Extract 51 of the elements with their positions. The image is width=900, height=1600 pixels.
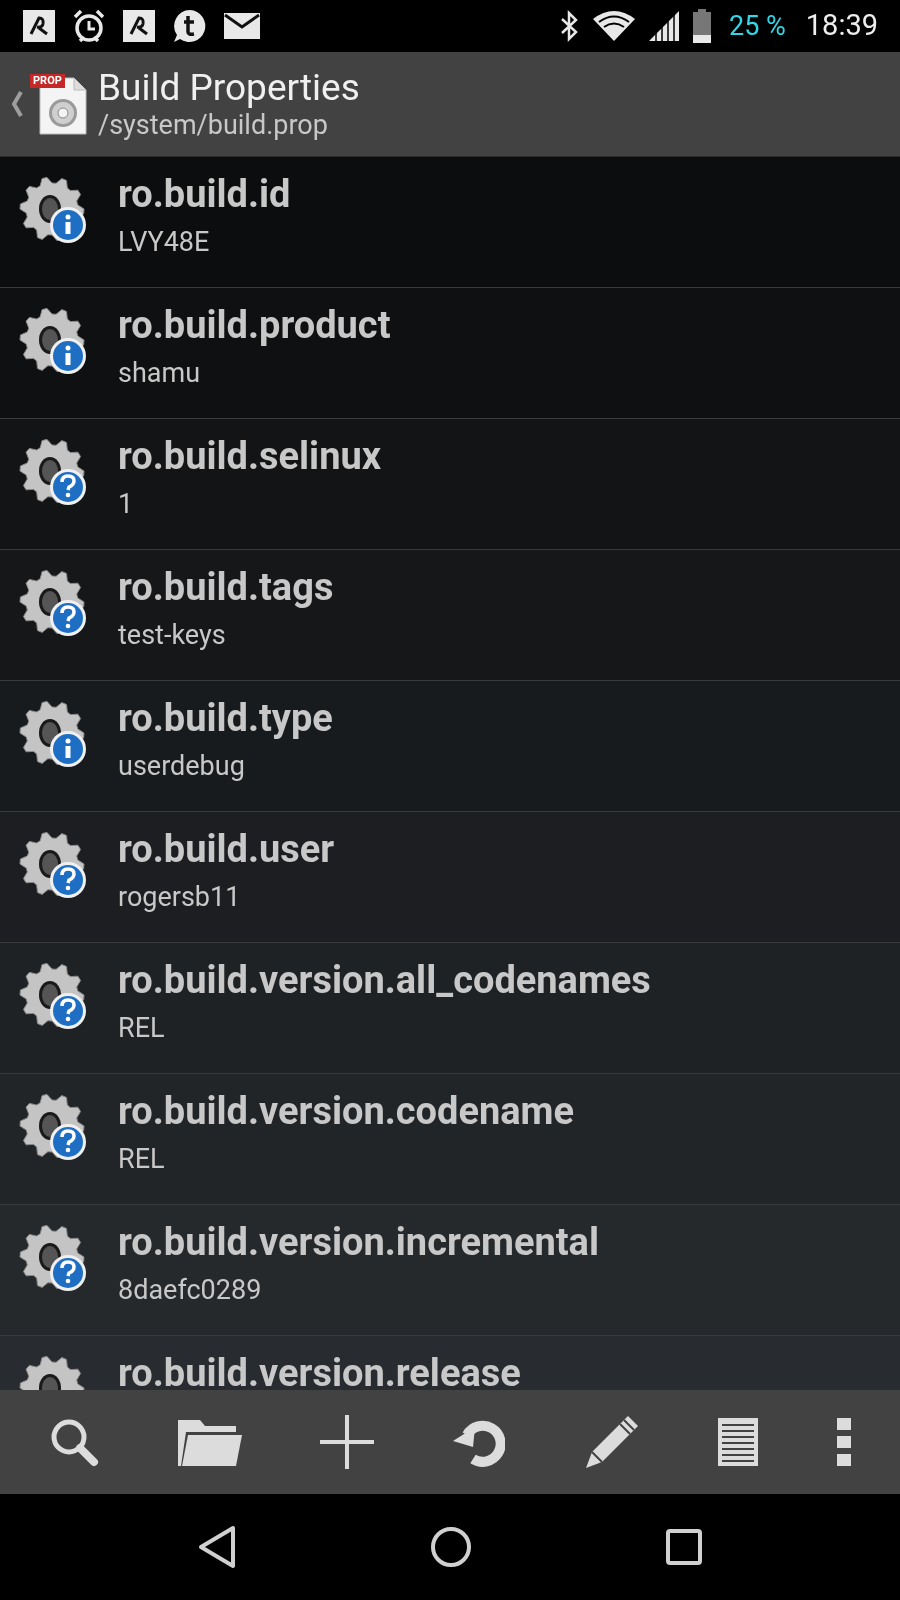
back-chevron-icon[interactable] bbox=[10, 90, 24, 118]
property-key: ro.build.version.release bbox=[118, 1348, 521, 1390]
app-notification-icon bbox=[122, 9, 156, 43]
property-row[interactable]: ro.build.version.codename REL bbox=[0, 1074, 900, 1205]
property-key: ro.build.type bbox=[118, 693, 333, 743]
search-icon[interactable] bbox=[49, 1417, 100, 1467]
screen-title: Build Properties bbox=[98, 67, 360, 109]
property-row[interactable]: ro.build.id LVY48E bbox=[0, 157, 900, 288]
property-row[interactable]: ro.build.type userdebug bbox=[0, 681, 900, 812]
alarm-clock-icon bbox=[72, 8, 106, 44]
property-key: ro.build.version.incremental bbox=[118, 1217, 599, 1267]
property-key: ro.build.version.all_codenames bbox=[118, 955, 651, 1005]
property-value: REL bbox=[118, 1142, 166, 1176]
property-value: REL bbox=[118, 1011, 166, 1045]
recents-icon[interactable] bbox=[665, 1528, 704, 1566]
property-value: test-keys bbox=[118, 618, 227, 652]
back-icon[interactable] bbox=[196, 1525, 237, 1569]
property-key: ro.build.user bbox=[118, 824, 335, 874]
wifi-icon bbox=[592, 11, 635, 41]
clock-time: 18:39 bbox=[805, 7, 878, 45]
property-value: shamu bbox=[118, 356, 202, 390]
property-key: ro.build.version.codename bbox=[118, 1086, 575, 1136]
folder-icon[interactable] bbox=[177, 1418, 242, 1466]
property-row[interactable]: ro.build.selinux 1 bbox=[0, 419, 900, 550]
property-key: ro.build.tags bbox=[118, 562, 334, 612]
chat-bubble-icon bbox=[172, 8, 208, 44]
property-key: ro.build.id bbox=[118, 169, 291, 219]
property-row[interactable]: ro.build.version.all_codenames REL bbox=[0, 943, 900, 1074]
property-row[interactable]: ro.build.version.release bbox=[0, 1336, 900, 1390]
property-value: rogersb11 bbox=[118, 880, 242, 914]
battery-percentage: 25 % bbox=[728, 8, 786, 44]
document-icon[interactable] bbox=[718, 1418, 759, 1466]
app-notification-icon bbox=[22, 9, 56, 43]
prop-label: PROP bbox=[30, 74, 65, 88]
property-value: 8daefc0289 bbox=[118, 1273, 263, 1307]
property-row[interactable]: ro.build.tags test-keys bbox=[0, 550, 900, 681]
file-path: /system/build.prop bbox=[98, 109, 329, 141]
battery-icon bbox=[692, 9, 711, 43]
pencil-icon[interactable] bbox=[583, 1414, 640, 1470]
overflow-menu-icon[interactable] bbox=[836, 1418, 851, 1466]
property-key: ro.build.product bbox=[118, 300, 391, 350]
add-icon[interactable] bbox=[320, 1415, 375, 1469]
property-row[interactable]: ro.build.user rogersb11 bbox=[0, 812, 900, 943]
property-key: ro.build.selinux bbox=[118, 431, 382, 481]
property-value: 1 bbox=[118, 487, 135, 521]
property-value: LVY48E bbox=[118, 225, 211, 259]
signal-icon bbox=[648, 11, 679, 41]
home-icon[interactable] bbox=[430, 1526, 472, 1568]
property-value: userdebug bbox=[118, 749, 246, 783]
property-row[interactable]: ro.build.version.incremental 8daefc0289 bbox=[0, 1205, 900, 1336]
mail-icon bbox=[224, 13, 260, 39]
